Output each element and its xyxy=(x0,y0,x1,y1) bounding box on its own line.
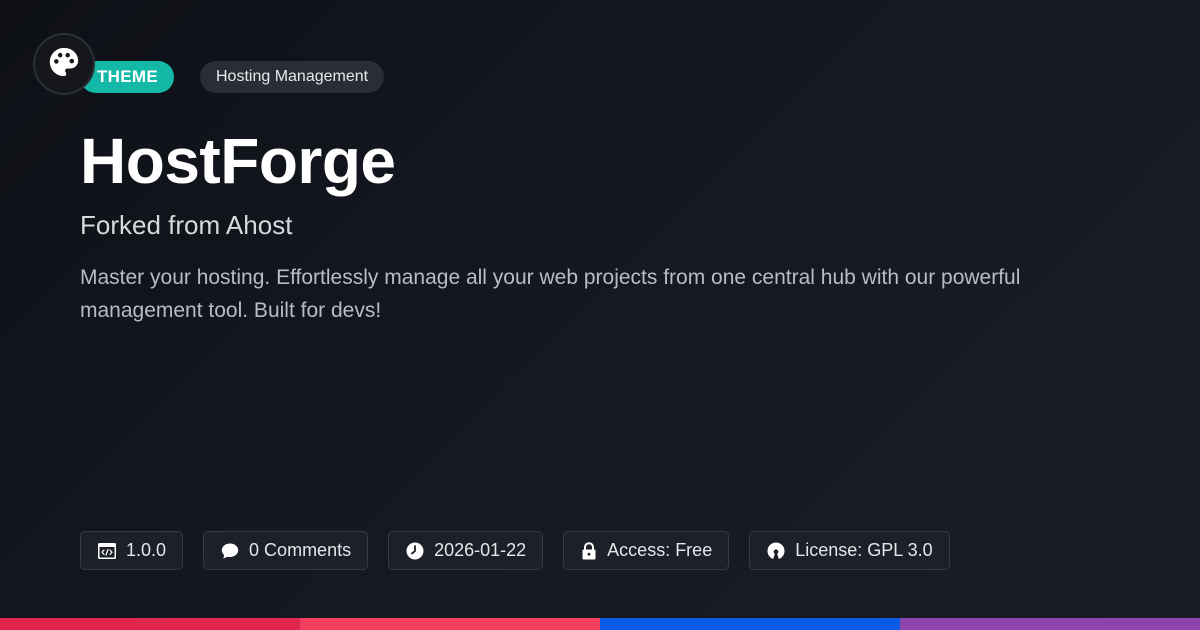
bar-segment-4 xyxy=(900,618,1200,630)
date-chip: 2026-01-22 xyxy=(388,531,544,570)
bar-segment-3 xyxy=(600,618,900,630)
license-chip: License: GPL 3.0 xyxy=(749,531,950,570)
bar-segment-2 xyxy=(300,618,600,630)
date-text: 2026-01-22 xyxy=(434,540,527,560)
bottom-color-bar xyxy=(0,618,1200,630)
access-text: Access: Free xyxy=(607,540,713,560)
page-title: HostForge xyxy=(80,125,396,197)
page-description: Master your hosting. Effortlessly manage… xyxy=(80,266,1021,322)
meta-row: 1.0.0 0 Comments 2026-01-22 Access: Free xyxy=(80,531,950,570)
open-source-icon xyxy=(766,541,786,561)
license-text: License: GPL 3.0 xyxy=(795,540,933,560)
page-subtitle: Forked from Ahost xyxy=(80,210,293,240)
comments-text: 0 Comments xyxy=(249,540,352,560)
bar-segment-1 xyxy=(0,618,300,630)
clock-icon xyxy=(405,541,425,561)
version-text: 1.0.0 xyxy=(126,540,167,560)
chat-bubble-icon xyxy=(220,541,240,561)
access-chip: Access: Free xyxy=(563,531,730,570)
palette-icon xyxy=(47,45,81,84)
code-window-icon xyxy=(97,542,117,560)
category-badge[interactable]: Hosting Management xyxy=(200,61,385,93)
logo xyxy=(33,33,95,95)
version-chip: 1.0.0 xyxy=(80,531,184,570)
lock-icon xyxy=(580,541,598,561)
comments-chip[interactable]: 0 Comments xyxy=(203,531,369,570)
